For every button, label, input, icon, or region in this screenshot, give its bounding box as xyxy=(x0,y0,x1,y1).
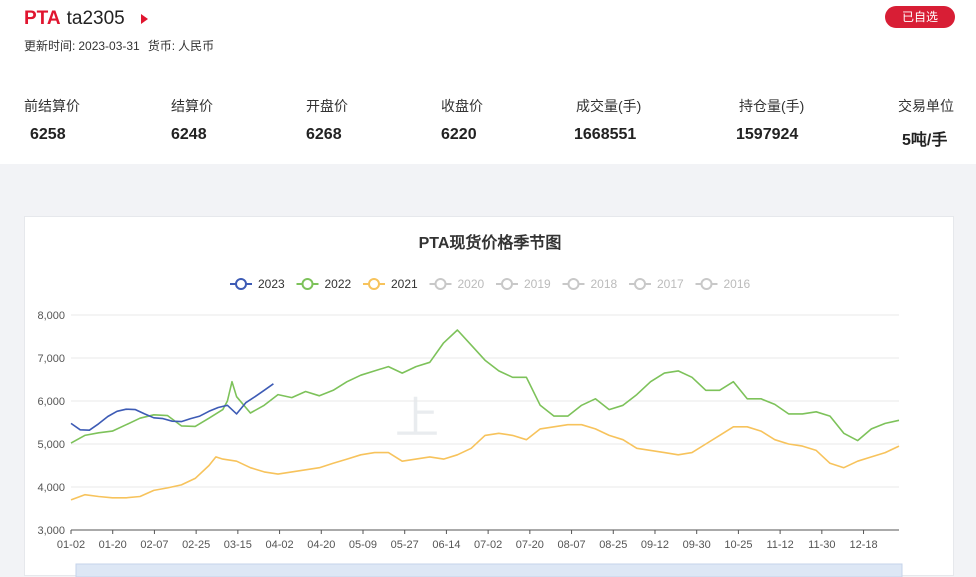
stat-settle: 结算价 6248 xyxy=(171,96,213,143)
stat-close: 收盘价 6220 xyxy=(441,96,483,143)
stat-open-interest: 持仓量(手) 1597924 xyxy=(736,96,805,143)
x-tick-label: 08-07 xyxy=(557,539,585,551)
legend-label: 2018 xyxy=(591,277,618,291)
x-tick-label: 04-20 xyxy=(307,539,335,551)
stat-trade-unit: 交易单位 5吨/手 xyxy=(898,96,954,149)
currency-label: 货币: xyxy=(147,39,176,53)
x-tick-label: 05-27 xyxy=(391,539,419,551)
stat-label: 交易单位 xyxy=(898,98,954,114)
y-tick-label: 5,000 xyxy=(37,439,65,451)
series-line-2022 xyxy=(70,329,900,444)
legend-label: 2023 xyxy=(258,277,285,291)
update-time-label: 更新时间: xyxy=(24,39,76,53)
legend-label: 2021 xyxy=(391,277,418,291)
legend-label: 2019 xyxy=(524,277,551,291)
title-row: PTA ta2305 xyxy=(24,6,148,32)
x-tick-label: 09-12 xyxy=(641,539,669,551)
contract-header: PTA ta2305 更新时间: 2023-03-31 货币: 人民币 已自选 前结算… xyxy=(0,0,976,164)
y-tick-label: 3,000 xyxy=(37,525,65,537)
stat-label: 持仓量(手) xyxy=(739,98,805,114)
x-tick-label: 06-14 xyxy=(432,539,460,551)
x-tick-label: 02-25 xyxy=(182,539,210,551)
stat-label: 收盘价 xyxy=(441,98,483,114)
update-info: 更新时间: 2023-03-31 货币: 人民币 xyxy=(24,37,217,54)
legend-label: 2016 xyxy=(724,277,751,291)
y-tick-label: 7,000 xyxy=(37,353,65,365)
legend-marker xyxy=(368,278,380,290)
legend-marker xyxy=(235,278,247,290)
legend-marker xyxy=(501,278,513,290)
y-tick-label: 4,000 xyxy=(37,482,65,494)
y-tick-label: 8,000 xyxy=(37,310,65,322)
series-line-2023 xyxy=(70,383,274,431)
x-tick-label: 02-07 xyxy=(140,539,168,551)
stat-value: 6268 xyxy=(306,126,342,143)
stat-open: 开盘价 6268 xyxy=(306,96,348,143)
stat-value: 1597924 xyxy=(736,126,799,143)
x-tick-label: 03-15 xyxy=(224,539,252,551)
x-tick-label: 08-25 xyxy=(599,539,627,551)
x-tick-label: 01-20 xyxy=(99,539,127,551)
legend-marker xyxy=(634,278,646,290)
legend-marker xyxy=(567,278,580,290)
stat-value: 5吨/手 xyxy=(902,132,948,149)
x-tick-label: 11-12 xyxy=(766,539,793,551)
contract-switch-caret-icon[interactable] xyxy=(140,14,148,24)
stat-value: 6258 xyxy=(30,126,66,143)
legend-item-2018[interactable]: 2018 xyxy=(562,277,618,291)
legend-item-2016[interactable]: 2016 xyxy=(695,277,751,291)
legend-item-2023[interactable]: 2023 xyxy=(230,277,285,291)
stat-prev-settle: 前结算价 6258 xyxy=(24,96,80,143)
y-tick-label: 6,000 xyxy=(37,396,65,408)
product-name: PTA xyxy=(24,8,61,29)
chart-title: PTA现货价格季节图 xyxy=(419,233,562,252)
x-tick-label: 11-30 xyxy=(808,539,835,551)
legend-item-2019[interactable]: 2019 xyxy=(496,277,551,291)
stat-value: 1668551 xyxy=(574,126,637,143)
legend-marker xyxy=(700,278,713,290)
x-tick-label: 04-02 xyxy=(265,539,293,551)
series-line-2021 xyxy=(70,423,900,501)
legend-marker xyxy=(301,278,314,290)
seasonal-price-chart: 上 PTA现货价格季节图 8,0007,0006,0005,0004,0003,… xyxy=(37,233,903,577)
legend-label: 2017 xyxy=(657,277,684,291)
legend-label: 2022 xyxy=(325,277,352,291)
x-tick-label: 07-20 xyxy=(516,539,544,551)
legend-marker xyxy=(434,278,447,290)
legend-item-2022[interactable]: 2022 xyxy=(296,277,352,291)
stat-label: 开盘价 xyxy=(306,98,348,114)
x-tick-label: 10-25 xyxy=(724,539,752,551)
x-tick-label: 05-09 xyxy=(349,539,377,551)
stat-value: 6220 xyxy=(441,126,477,143)
stat-label: 结算价 xyxy=(171,98,213,114)
x-tick-label: 07-02 xyxy=(474,539,502,551)
stat-volume: 成交量(手) 1668551 xyxy=(574,96,642,143)
watchlist-button[interactable]: 已自选 xyxy=(885,6,955,28)
currency-value: 人民币 xyxy=(178,39,215,53)
seasonal-chart-panel: 上 PTA现货价格季节图 8,000 7,000 6,000 5,000 4,000 3,… xyxy=(24,216,954,577)
stat-value: 6248 xyxy=(171,126,207,143)
contract-code: ta2305 xyxy=(66,8,125,29)
legend-label: 2020 xyxy=(458,277,485,291)
update-date: 2023-03-31 xyxy=(78,39,140,53)
legend-item-2021[interactable]: 2021 xyxy=(363,277,418,291)
legend-item-2020[interactable]: 2020 xyxy=(429,277,485,291)
stat-label: 前结算价 xyxy=(24,98,80,114)
x-tick-label: 01-02 xyxy=(57,539,85,551)
x-tick-label: 09-30 xyxy=(683,539,711,551)
stat-label: 成交量(手) xyxy=(576,98,642,114)
x-tick-label: 12-18 xyxy=(849,539,877,551)
legend-item-2017[interactable]: 2017 xyxy=(629,277,684,291)
